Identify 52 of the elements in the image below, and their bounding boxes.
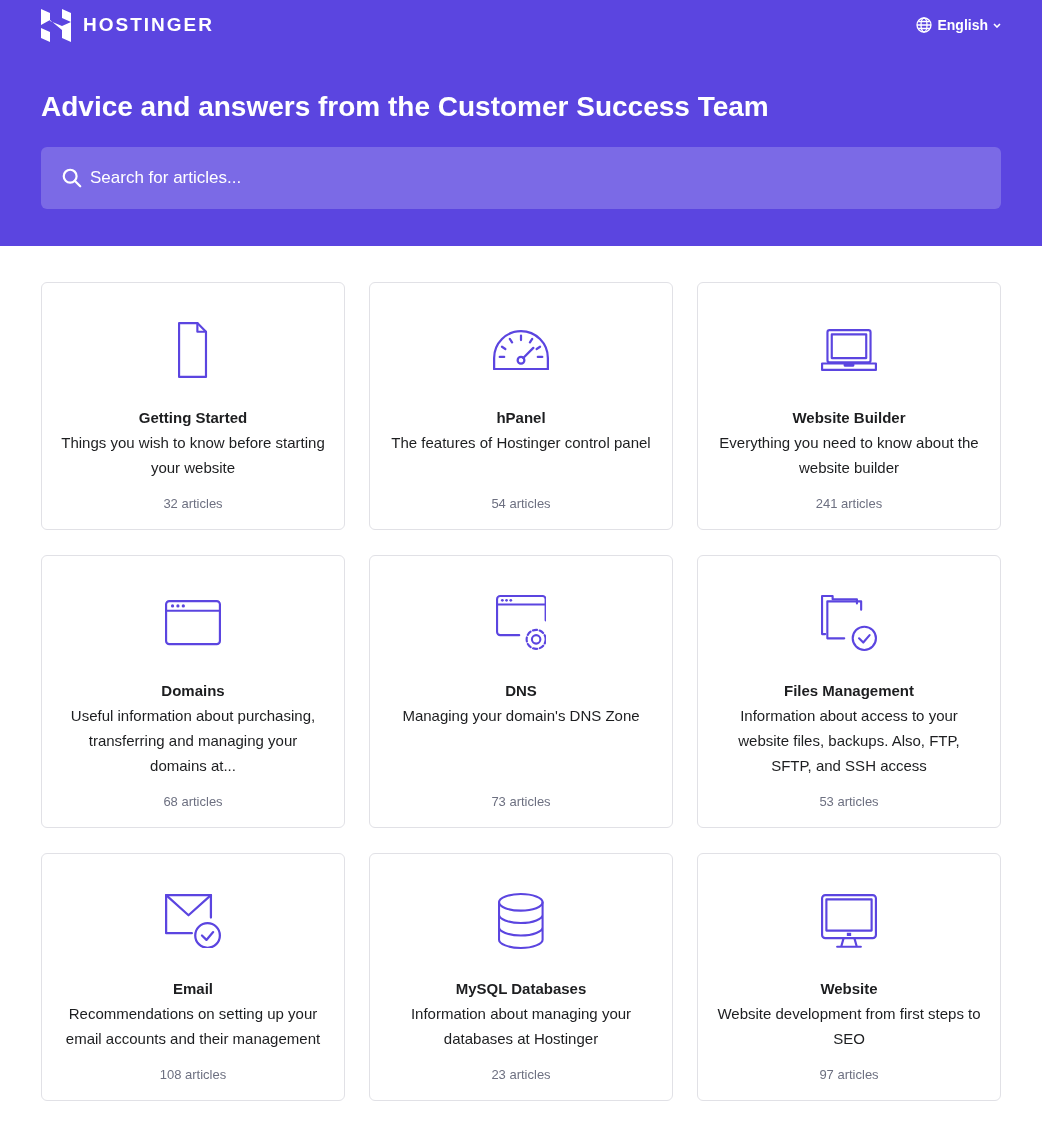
collection-title: Files Management	[783, 682, 914, 699]
browser-gear-icon	[495, 595, 547, 651]
collection-card[interactable]: hPanel The features of Hostinger control panel 54 articles	[369, 282, 673, 530]
collection-card[interactable]: DNS Managing your domain's DNS Zone 73 articles	[369, 555, 673, 828]
collection-title: Domains	[161, 682, 225, 699]
article-count: 23 articles	[491, 1066, 551, 1082]
page-title: Advice and answers from the Customer Success Team	[41, 91, 770, 123]
chevron-down-icon	[993, 22, 1001, 28]
collection-description: The features of Hostinger control panel	[391, 433, 651, 453]
article-count: 53 articles	[819, 793, 879, 809]
collection-title: Email	[173, 980, 213, 997]
collection-card[interactable]: Domains Useful information about purchasing, transferring and managing your domains at... 68 articles	[41, 555, 345, 828]
collection-card[interactable]: Files Management Information about access to your website files, backups. Also, FTP, SFTP, and SSH access 53 articles	[697, 555, 1001, 828]
collection-title: Website Builder	[792, 409, 906, 426]
search-icon	[61, 167, 83, 189]
article-count: 32 articles	[163, 495, 223, 511]
article-count: 73 articles	[491, 793, 551, 809]
collection-description: Information about managing your databases at Hostinger	[409, 1004, 633, 1049]
globe-icon	[916, 17, 933, 33]
browser-window-icon	[165, 600, 221, 646]
collection-description: Recommendations on setting up your email accounts and their management	[64, 1004, 322, 1049]
monitor-icon	[821, 894, 877, 948]
collection-title: hPanel	[496, 409, 546, 426]
document-icon	[178, 322, 208, 378]
collection-title: Getting Started	[138, 409, 248, 426]
language-selector[interactable]: English	[916, 17, 1001, 33]
logo-icon	[41, 8, 71, 42]
collection-description: Useful information about purchasing, transferring and managing your domains at...	[69, 706, 317, 776]
article-count: 54 articles	[491, 495, 551, 511]
article-count: 241 articles	[815, 495, 883, 511]
folder-check-icon	[821, 595, 877, 651]
mail-check-icon	[165, 893, 221, 949]
article-count: 97 articles	[819, 1066, 879, 1082]
database-icon	[498, 893, 544, 949]
collection-description: Things you wish to know before starting your website	[60, 433, 326, 478]
laptop-icon	[821, 329, 877, 371]
collection-description: Information about access to your website files, backups. Also, FTP, SFTP, and SSH access	[737, 706, 961, 776]
collection-card[interactable]: MySQL Databases Information about managing your databases at Hostinger 23 articles	[369, 853, 673, 1101]
collection-card[interactable]: Website Builder Everything you need to know about the website builder 241 articles	[697, 282, 1001, 530]
collection-card[interactable]: Getting Started Things you wish to know before starting your website 32 articles	[41, 282, 345, 530]
collection-description: Managing your domain's DNS Zone	[402, 706, 640, 726]
collection-card[interactable]: Website Website development from first steps to SEO 97 articles	[697, 853, 1001, 1101]
collection-description: Everything you need to know about the website builder	[718, 433, 980, 478]
gauge-icon	[493, 329, 549, 371]
collection-card[interactable]: Email Recommendations on setting up your email accounts and their management 108 articles	[41, 853, 345, 1101]
collection-title: MySQL Databases	[455, 980, 587, 997]
article-count: 68 articles	[163, 793, 223, 809]
collection-description: Website development from first steps to SEO	[716, 1004, 982, 1049]
article-count: 108 articles	[159, 1066, 227, 1082]
collection-title: DNS	[505, 682, 537, 699]
brand-name: HOSTINGER	[83, 14, 214, 36]
collection-title: Website	[820, 980, 878, 997]
